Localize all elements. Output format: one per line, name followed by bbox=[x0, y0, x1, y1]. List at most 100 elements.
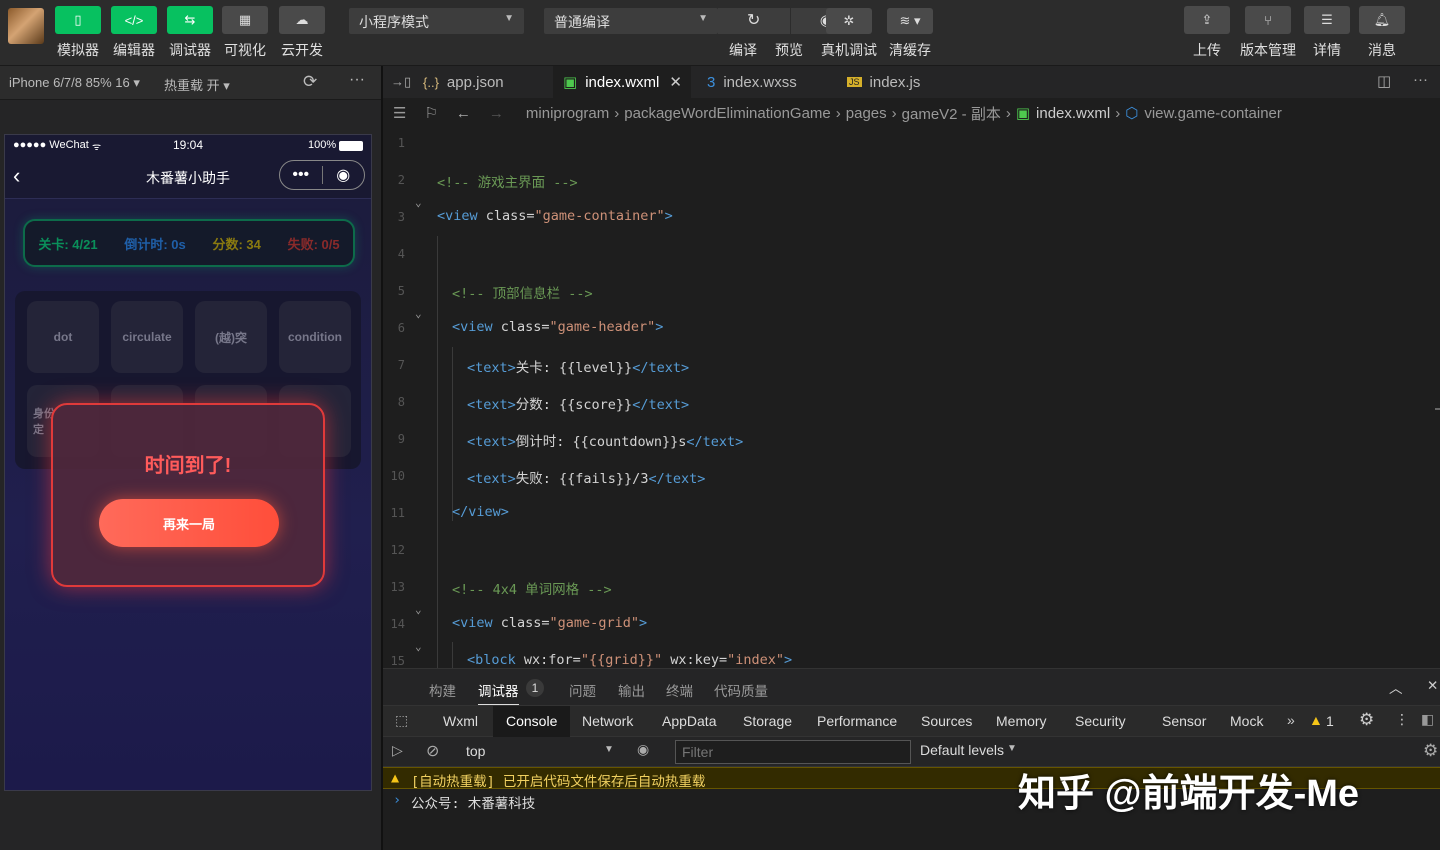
word-cell[interactable]: condition bbox=[279, 301, 351, 373]
tab-memory[interactable]: Memory bbox=[996, 713, 1047, 729]
breadcrumb-item[interactable]: index.wxml bbox=[1036, 105, 1110, 122]
kebab-icon[interactable]: ⋮ bbox=[1395, 711, 1409, 728]
context-select-value: top bbox=[466, 743, 486, 759]
chevron-up-icon[interactable]: ︿ bbox=[1389, 677, 1403, 697]
tab-console[interactable]: Console bbox=[493, 706, 571, 737]
scrollbar-marker bbox=[1435, 408, 1440, 410]
tab-debugger[interactable]: 调试器 bbox=[478, 680, 519, 706]
fold-chevron-icon[interactable]: ⌄ bbox=[415, 196, 422, 209]
phone-icon: ▯ bbox=[55, 6, 101, 34]
gear-icon[interactable]: ⚙ bbox=[1423, 741, 1438, 761]
tab-problems[interactable]: 问题 bbox=[569, 680, 596, 700]
code-line: <view class="game-header"> bbox=[452, 319, 664, 335]
device-select[interactable]: iPhone 6/7/8 85% 16 ▾ bbox=[9, 75, 140, 91]
tab-app-json[interactable]: {..} app.json bbox=[413, 66, 549, 98]
fold-chevron-icon[interactable]: ⌄ bbox=[415, 307, 422, 320]
details-button[interactable]: ☰ 详情 bbox=[1301, 6, 1353, 60]
context-select[interactable]: top ▼ bbox=[458, 740, 620, 764]
word-label: (越)突 bbox=[215, 330, 247, 345]
bookmark-icon[interactable]: ⚐ bbox=[424, 104, 437, 122]
upload-label: 上传 bbox=[1193, 42, 1221, 58]
editor-toggle-button[interactable]: </> 编辑器 bbox=[108, 6, 160, 60]
layers-icon: ≋ ▾ bbox=[887, 8, 933, 34]
tab-index-js[interactable]: JS index.js bbox=[837, 66, 973, 98]
tab-wxml[interactable]: Wxml bbox=[443, 713, 478, 729]
cube-icon: ⬡ bbox=[1125, 105, 1139, 122]
mode-select[interactable]: 小程序模式 ▼ bbox=[349, 8, 524, 34]
sidebar-toggle-icon[interactable]: ▷ bbox=[392, 742, 403, 759]
chevron-right-icon[interactable]: › bbox=[393, 792, 401, 808]
restart-button[interactable]: 再来一局 bbox=[99, 499, 279, 547]
close-icon[interactable]: ✕ bbox=[669, 73, 682, 91]
more-dots-icon[interactable]: ••• bbox=[280, 166, 322, 184]
list-icon[interactable]: ☰ bbox=[393, 104, 406, 122]
clear-console-icon[interactable]: ⊘ bbox=[426, 741, 439, 761]
breadcrumb-item[interactable]: pages bbox=[846, 105, 887, 122]
simulator-toggle-button[interactable]: ▯ 模拟器 bbox=[52, 6, 104, 60]
battery-level: 100% bbox=[308, 139, 337, 151]
more-actions-icon[interactable]: ··· bbox=[1413, 71, 1428, 88]
user-avatar[interactable] bbox=[8, 8, 44, 44]
tab-build[interactable]: 构建 bbox=[429, 680, 456, 700]
word-cell[interactable]: (越)突 bbox=[195, 301, 267, 373]
tab-performance[interactable]: Performance bbox=[817, 713, 897, 729]
timer-label: 倒计时: 0s bbox=[124, 236, 186, 252]
battery-icon bbox=[339, 141, 363, 151]
main-toolbar: ▯ 模拟器 </> 编辑器 ⇆ 调试器 ▦ 可视化 ☁ 云开发 小程序模式 ▼ … bbox=[0, 0, 1440, 66]
close-target-icon[interactable]: ◉ bbox=[323, 165, 365, 185]
word-cell[interactable]: circulate bbox=[111, 301, 183, 373]
inspect-icon[interactable]: ⬚ bbox=[395, 712, 408, 729]
tab-mock[interactable]: Mock bbox=[1230, 713, 1263, 729]
tab-index-wxml[interactable]: ▣ index.wxml ✕ bbox=[553, 66, 691, 98]
messages-button[interactable]: 🔔︎ 消息 bbox=[1356, 6, 1408, 60]
tab-terminal[interactable]: 终端 bbox=[666, 680, 693, 700]
tab-appdata[interactable]: AppData bbox=[662, 713, 716, 729]
tab-security[interactable]: Security bbox=[1075, 713, 1126, 729]
cloud-dev-button[interactable]: ☁ 云开发 bbox=[276, 6, 328, 60]
remote-debug-button[interactable]: ✲ 真机调试 bbox=[821, 6, 877, 60]
warning-count[interactable]: 1 bbox=[1326, 713, 1334, 729]
filter-input[interactable] bbox=[675, 740, 911, 764]
hot-reload-select[interactable]: 热重载 开 ▾ bbox=[164, 75, 230, 94]
gear-icon[interactable]: ⚙ bbox=[1359, 710, 1374, 730]
compile-button[interactable]: 编译 bbox=[717, 6, 769, 60]
more-icon[interactable]: ··· bbox=[349, 71, 365, 89]
dock-icon[interactable]: ◧ bbox=[1421, 711, 1434, 728]
line-number: 5 bbox=[397, 284, 405, 298]
breadcrumb-item[interactable]: packageWordEliminationGame bbox=[624, 105, 831, 122]
more-tabs-icon[interactable]: » bbox=[1287, 712, 1295, 728]
fold-chevron-icon[interactable]: ⌄ bbox=[415, 640, 422, 653]
split-editor-icon[interactable]: ◫ bbox=[1377, 72, 1391, 90]
fold-chevron-icon[interactable]: ⌄ bbox=[415, 603, 422, 616]
debugger-toggle-button[interactable]: ⇆ 调试器 bbox=[164, 6, 216, 60]
tab-index-wxss[interactable]: 3 index.wxss bbox=[697, 66, 831, 98]
upload-button[interactable]: ⇪ 上传 bbox=[1181, 6, 1233, 60]
version-button[interactable]: ⑂ 版本管理 bbox=[1238, 6, 1298, 60]
preview-button[interactable]: 预览 bbox=[763, 6, 815, 60]
tab-storage[interactable]: Storage bbox=[743, 713, 792, 729]
forward-icon[interactable]: → bbox=[489, 105, 504, 122]
visualize-button[interactable]: ▦ 可视化 bbox=[219, 6, 271, 60]
rotate-icon[interactable]: ⟳ bbox=[303, 72, 317, 92]
game-info-bar: 关卡: 4/21 倒计时: 0s 分数: 34 失败: 0/5 bbox=[23, 219, 355, 267]
word-cell[interactable]: dot bbox=[27, 301, 99, 373]
branch-icon: ⑂ bbox=[1245, 6, 1291, 34]
close-panel-icon[interactable]: ✕ bbox=[1427, 678, 1438, 694]
breadcrumb-item[interactable]: gameV2 - 副本 bbox=[902, 103, 1001, 124]
line-number: 1 bbox=[397, 136, 405, 150]
back-icon[interactable]: ← bbox=[456, 105, 471, 122]
tab-sources[interactable]: Sources bbox=[921, 713, 972, 729]
collapse-sidebar-icon[interactable]: →▯ bbox=[391, 74, 411, 90]
tab-network[interactable]: Network bbox=[582, 713, 633, 729]
clear-cache-button[interactable]: ≋ ▾ 清缓存 bbox=[884, 6, 936, 60]
breadcrumb-item[interactable]: miniprogram bbox=[526, 105, 609, 122]
levels-select[interactable]: Default levels bbox=[920, 742, 1004, 758]
breadcrumb-item[interactable]: view.game-container bbox=[1144, 105, 1282, 122]
upload-icon: ⇪ bbox=[1184, 6, 1230, 34]
compile-mode-select[interactable]: 普通编译 ▼ bbox=[544, 8, 718, 34]
code-editor[interactable]: 1 2 <!-- 游戏主界面 --> 3 ⌄ <view class="game-cont… bbox=[383, 128, 1440, 668]
tab-sensor[interactable]: Sensor bbox=[1162, 713, 1206, 729]
tab-output[interactable]: 输出 bbox=[618, 680, 645, 700]
eye-icon[interactable]: ◉ bbox=[637, 741, 649, 758]
tab-code-quality[interactable]: 代码质量 bbox=[714, 680, 768, 700]
